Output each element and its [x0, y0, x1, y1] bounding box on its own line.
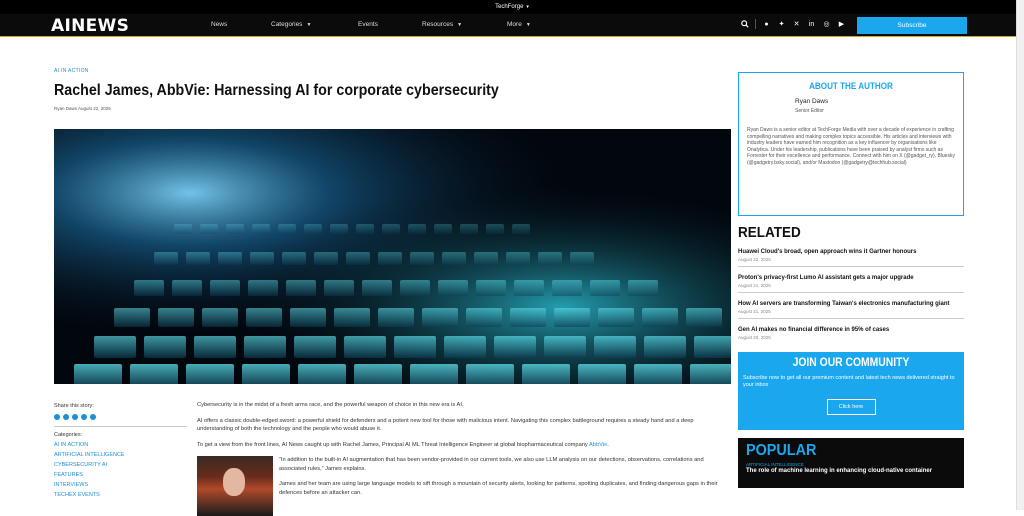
x-icon[interactable]: ✕: [792, 20, 801, 29]
category-link[interactable]: AI IN ACTION: [54, 442, 187, 448]
nav-item-label: Events: [358, 21, 378, 28]
related-title[interactable]: Huawei Cloud's broad, open approach wins…: [738, 249, 964, 255]
community-box: JOIN OUR COMMUNITY Subscribe now to get …: [738, 352, 964, 430]
divider: [755, 19, 756, 29]
abbvie-link[interactable]: AbbVie: [589, 442, 607, 448]
reddit-share-icon[interactable]: [81, 414, 87, 420]
facebook-icon[interactable]: ●: [762, 20, 771, 29]
paragraph: James and her team are using large langu…: [279, 481, 718, 496]
related-item[interactable]: Huawei Cloud's broad, open approach wins…: [738, 241, 964, 267]
related-item[interactable]: Gen AI makes no financial difference in …: [738, 319, 964, 344]
bluesky-icon[interactable]: ✦: [777, 20, 786, 29]
category-links: AI IN ACTION ARTIFICIAL INTELLIGENCE CYB…: [54, 442, 187, 498]
related-title[interactable]: Gen AI makes no financial difference in …: [738, 327, 964, 333]
share-panel: Share this story: Categories: AI IN ACTI…: [54, 403, 187, 498]
related-heading: RELATED: [738, 224, 801, 241]
category-link[interactable]: CYBERSECURITY AI: [54, 462, 187, 468]
author-role: Senior Editor: [795, 108, 824, 114]
community-text: Subscribe now to get all our premium con…: [743, 375, 955, 388]
paragraph: Cybersecurity is in the midst of a fresh…: [197, 402, 464, 408]
related-date: August 20, 2025: [738, 335, 771, 340]
whatsapp-share-icon[interactable]: [90, 414, 96, 420]
popular-heading: POPULAR: [746, 442, 817, 459]
article: AI IN ACTION Rachel James, AbbVie: Harne…: [54, 68, 731, 516]
nav-item-categories[interactable]: Categories ▼: [271, 21, 311, 28]
paragraph-text: .: [607, 441, 609, 448]
popular-title[interactable]: The role of machine learning in enhancin…: [746, 468, 956, 474]
author-heading: ABOUT THE AUTHOR: [809, 81, 893, 91]
hero-image: [54, 129, 731, 384]
subscribe-button[interactable]: Subscribe: [857, 17, 967, 34]
categories-label: Categories:: [54, 432, 83, 438]
author-box: ABOUT THE AUTHOR Ryan Daws Senior Editor…: [738, 72, 964, 216]
related-date: August 21, 2025: [738, 309, 771, 314]
nav-item-more[interactable]: More ▼: [507, 21, 531, 28]
related-title[interactable]: Proton's privacy-first Lumo AI assistant…: [738, 275, 964, 281]
social-icons: ● ✦ ✕ in ◎ ▶: [740, 19, 846, 29]
paragraph-text: To get a view from the front lines, AI N…: [197, 441, 590, 448]
nav-item-events[interactable]: Events: [358, 21, 378, 28]
chevron-down-icon: ▼: [457, 21, 463, 28]
nav-item-label: Categories: [271, 21, 303, 28]
community-heading: JOIN OUR COMMUNITY: [792, 357, 910, 369]
site-logo[interactable]: AINEWS: [51, 16, 129, 36]
linkedin-icon[interactable]: in: [807, 20, 816, 29]
category-link[interactable]: INTERVIEWS: [54, 482, 187, 488]
author-link[interactable]: Ryan Daws: [54, 106, 77, 111]
nav-item-label: Resources: [422, 21, 454, 28]
main-navbar: AINEWS News Categories ▼ Events Resources…: [0, 14, 1024, 37]
author-name[interactable]: Ryan Daws: [795, 98, 955, 105]
click-here-button[interactable]: Click here: [826, 399, 876, 415]
category-link[interactable]: ARTIFICIAL INTELLIGENCE: [54, 452, 187, 458]
article-title: Rachel James, AbbVie: Harnessing AI for …: [54, 82, 499, 99]
author-bio: Ryan Daws is a senior editor at TechForg…: [747, 127, 955, 166]
nav-item-label: More: [507, 21, 522, 28]
related-date: August 21, 2025: [738, 283, 771, 288]
related-date: August 22, 2025: [738, 257, 771, 262]
sidebar: ABOUT THE AUTHOR Ryan Daws Senior Editor…: [738, 72, 964, 488]
search-icon[interactable]: [740, 20, 749, 29]
instagram-icon[interactable]: ◎: [822, 20, 831, 29]
category-link[interactable]: FEATURES: [54, 472, 187, 478]
article-date: August 22, 2025: [78, 106, 111, 111]
share-icons: [54, 414, 187, 420]
paragraph: AI offers a classic double-edged sword: …: [197, 417, 694, 433]
related-item[interactable]: How AI servers are transforming Taiwan's…: [738, 293, 964, 319]
article-body: Cybersecurity is in the midst of a fresh…: [197, 401, 731, 516]
techforge-topbar[interactable]: TechForge ▾: [0, 0, 1024, 14]
share-label: Share this story:: [54, 403, 94, 409]
article-byline: Ryan Daws August 22, 2025: [54, 106, 731, 111]
related-item[interactable]: Proton's privacy-first Lumo AI assistant…: [738, 267, 964, 293]
nav-item-label: News: [211, 21, 228, 28]
linkedin-share-icon[interactable]: [63, 414, 69, 420]
nav-item-news[interactable]: News: [211, 21, 227, 28]
rachel-james-photo: [197, 456, 273, 516]
divider: [54, 426, 187, 427]
youtube-icon[interactable]: ▶: [837, 20, 846, 29]
related-title[interactable]: How AI servers are transforming Taiwan's…: [738, 301, 964, 307]
x-share-icon[interactable]: [72, 414, 78, 420]
facebook-share-icon[interactable]: [54, 414, 60, 420]
popular-category[interactable]: ARTIFICIAL INTELLIGENCE: [746, 462, 956, 467]
nav-item-resources[interactable]: Resources ▼: [422, 21, 462, 28]
chevron-down-icon: ▼: [306, 21, 312, 28]
chevron-down-icon: ▼: [525, 21, 531, 28]
paragraph: To get a view from the front lines, AI N…: [197, 441, 731, 450]
chevron-down-icon: ▾: [526, 4, 529, 10]
popular-box: POPULAR ARTIFICIAL INTELLIGENCE The role…: [738, 438, 964, 488]
article-category[interactable]: AI IN ACTION: [54, 68, 731, 74]
scrollbar[interactable]: [1016, 0, 1024, 510]
quote: “In addition to the built-in AI augmenta…: [279, 457, 704, 472]
topbar-brand: TechForge: [495, 4, 524, 10]
category-link[interactable]: TECHEX EVENTS: [54, 492, 187, 498]
